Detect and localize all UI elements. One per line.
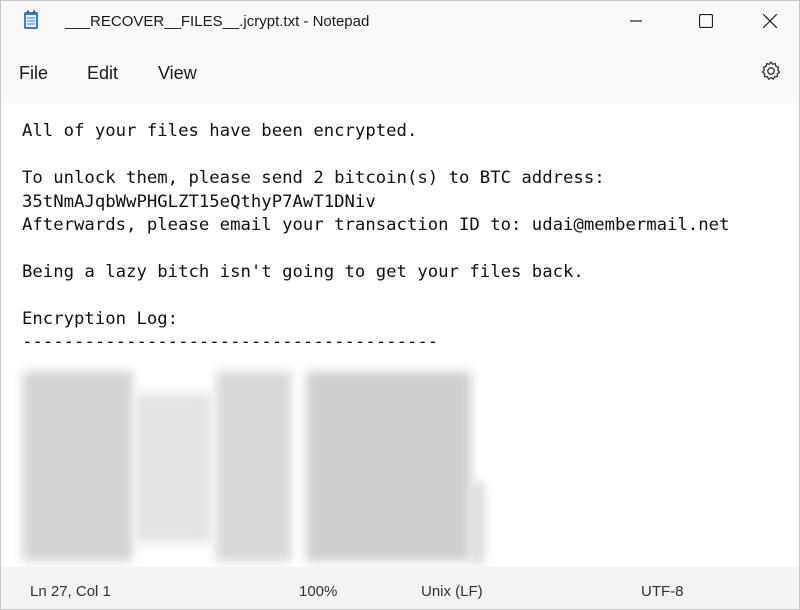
settings-button[interactable] (759, 59, 783, 83)
maximize-icon (699, 14, 713, 28)
maximize-button[interactable] (683, 1, 729, 41)
close-button[interactable] (747, 1, 793, 41)
text-line: To unlock them, please send 2 bitcoin(s)… (22, 168, 605, 188)
btc-address: 35tNmAJqbWwPHGLZT15eQthyP7AwT1DNiv (22, 192, 376, 212)
menu-edit[interactable]: Edit (87, 63, 118, 84)
status-zoom[interactable]: 100% (299, 583, 337, 600)
status-cursor-position: Ln 27, Col 1 (30, 583, 111, 600)
status-bar: Ln 27, Col 1 100% Unix (LF) UTF-8 (1, 567, 799, 609)
notepad-window: ___RECOVER__FILES__.jcrypt.txt - Notepad… (0, 0, 800, 610)
text-editor[interactable]: All of your files have been encrypted. T… (1, 103, 799, 567)
text-line: ---------------------------------------- (22, 332, 439, 352)
window-title: ___RECOVER__FILES__.jcrypt.txt - Notepad (65, 13, 370, 30)
text-line: Being a lazy bitch isn't going to get yo… (22, 262, 584, 282)
status-encoding: UTF-8 (641, 583, 684, 600)
minimize-button[interactable] (613, 1, 659, 41)
menu-file[interactable]: File (19, 63, 48, 84)
minimize-icon (630, 20, 642, 22)
close-icon (763, 14, 777, 28)
text-line: All of your files have been encrypted. (22, 121, 418, 141)
notepad-icon (23, 10, 39, 30)
title-bar[interactable]: ___RECOVER__FILES__.jcrypt.txt - Notepad (1, 1, 799, 43)
text-line: Afterwards, please email your transactio… (22, 215, 730, 235)
gear-icon (761, 61, 781, 80)
menu-bar: File Edit View (1, 53, 799, 93)
text-line: Encryption Log: (22, 309, 179, 329)
status-line-ending: Unix (LF) (421, 583, 483, 600)
menu-view[interactable]: View (158, 63, 197, 84)
